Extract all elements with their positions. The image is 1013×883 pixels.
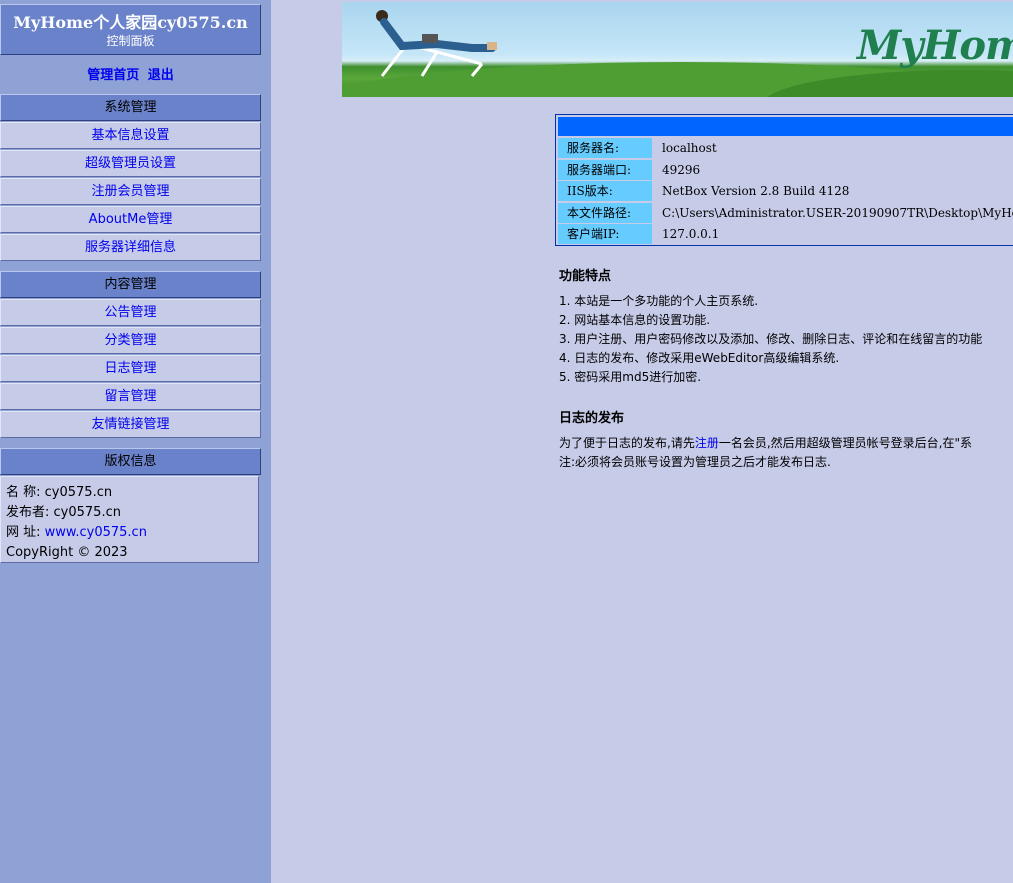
menu-link[interactable]: 公告管理 [104,305,156,320]
row-label: 服务器名: [558,138,652,158]
table-row: 本文件路径: C:\Users\Administrator.USER-20190… [558,203,1013,223]
menu-link[interactable]: 基本信息设置 [91,128,169,143]
publish-line-1: 为了便于日志的发布,请先注册一名会员,然后用超级管理员帐号登录后台,在"系 [559,434,972,453]
features-list: 1. 本站是一个多功能的个人主页系统. 2. 网站基本信息的设置功能. 3. 用… [559,292,982,387]
publish-heading: 日志的发布 [559,411,625,426]
list-item: 4. 日志的发布、修改采用eWebEditor高级编辑系统. [559,351,840,365]
row-value: 127.0.0.1 [662,227,720,241]
register-link[interactable]: 注册 [695,436,719,450]
row-value: 49296 [662,163,701,177]
table-header-bar [558,117,1013,136]
row-label: 本文件路径: [558,203,652,223]
row-value: NetBox Version 2.8 Build 4128 [662,184,850,198]
copyright-name-row: 名 称: cy0575.cn [6,483,258,503]
row-value: C:\Users\Administrator.USER-20190907TR\D… [662,206,1013,220]
menu-link[interactable]: 超级管理员设置 [85,156,176,171]
publish-section: 日志的发布 为了便于日志的发布,请先注册一名会员,然后用超级管理员帐号登录后台,… [559,409,972,472]
menu-item-basic-info[interactable]: 基本信息设置 [0,122,261,149]
menu-item-aboutme[interactable]: AboutMe管理 [0,206,261,233]
menu-link[interactable]: 分类管理 [104,333,156,348]
table-row: 客户端IP: 127.0.0.1 [558,224,1013,244]
menu-item-announcements[interactable]: 公告管理 [0,299,261,326]
row-value: localhost [662,141,717,155]
group-header-content[interactable]: 内容管理 [0,271,261,298]
menu-link[interactable]: 留言管理 [104,389,156,404]
table-row: 服务器端口: 49296 [558,160,1013,180]
row-label: IIS版本: [558,181,652,201]
menu-item-guestbook[interactable]: 留言管理 [0,383,261,410]
row-label: 客户端IP: [558,224,652,244]
list-item: 3. 用户注册、用户密码修改以及添加、修改、删除日志、评论和在线留言的功能 [559,332,983,346]
list-item: 2. 网站基本信息的设置功能. [559,313,711,327]
menu-item-server-info[interactable]: 服务器详细信息 [0,234,261,261]
features-heading: 功能特点 [559,269,612,284]
features-section: 功能特点 1. 本站是一个多功能的个人主页系统. 2. 网站基本信息的设置功能.… [559,267,982,387]
banner-image: MyHome [342,2,1013,97]
sidebar: MyHome个人家园cy0575.cn 控制面板 管理首页 退出 系统管理 基本… [0,0,271,883]
publish-text: 一名会员,然后用超级管理员帐号登录后台,在"系 [718,436,972,450]
menu-link[interactable]: AboutMe管理 [89,212,173,227]
menu-link[interactable]: 友情链接管理 [91,417,169,432]
publisher-label: 发布者: [6,505,50,520]
copyright-box: 名 称: cy0575.cn 发布者: cy0575.cn 网 址: www.c… [0,476,259,563]
site-title: MyHome个人家园cy0575.cn [13,13,248,32]
menu-item-members[interactable]: 注册会员管理 [0,178,261,205]
site-url-link[interactable]: www.cy0575.cn [45,525,147,540]
row-label: 服务器端口: [558,160,652,180]
publish-note: 注:必须将会员账号设置为管理员之后才能发布日志. [559,455,831,469]
menu-item-super-admin[interactable]: 超级管理员设置 [0,150,261,177]
list-item: 1. 本站是一个多功能的个人主页系统. [559,294,759,308]
publisher-value: cy0575.cn [53,505,121,520]
publish-text: 为了便于日志的发布,请先 [559,436,695,450]
logout-link[interactable]: 退出 [148,68,174,83]
name-label: 名 称: [6,485,41,500]
copyright-url-row: 网 址: www.cy0575.cn [6,523,258,543]
menu-item-logs[interactable]: 日志管理 [0,355,261,382]
menu-link[interactable]: 日志管理 [104,361,156,376]
url-label: 网 址: [6,525,41,540]
myhome-logo: MyHome [857,22,1013,69]
quick-links: 管理首页 退出 [0,64,261,83]
reclining-person-icon [376,10,497,77]
copyright-publisher-row: 发布者: cy0575.cn [6,503,258,523]
group-header-copyright: 版权信息 [0,448,261,475]
control-panel-subtitle: 控制面板 [106,34,155,48]
menu-link[interactable]: 服务器详细信息 [85,240,176,255]
name-value: cy0575.cn [44,485,113,500]
menu-item-categories[interactable]: 分类管理 [0,327,261,354]
copyright-text: CopyRight © 2023 [6,545,128,560]
control-panel-title: MyHome个人家园cy0575.cn 控制面板 [0,4,261,55]
menu-link[interactable]: 注册会员管理 [91,184,169,199]
admin-home-link[interactable]: 管理首页 [87,68,139,83]
group-header-system[interactable]: 系统管理 [0,94,261,121]
server-info-table: 服务器名: localhost 服务器端口: 49296 IIS版本: NetB… [555,114,1013,246]
table-row: IIS版本: NetBox Version 2.8 Build 4128 [558,181,1013,201]
menu-item-friend-links[interactable]: 友情链接管理 [0,411,261,438]
list-item: 5. 密码采用md5进行加密. [559,370,702,384]
table-row: 服务器名: localhost [558,138,1013,158]
